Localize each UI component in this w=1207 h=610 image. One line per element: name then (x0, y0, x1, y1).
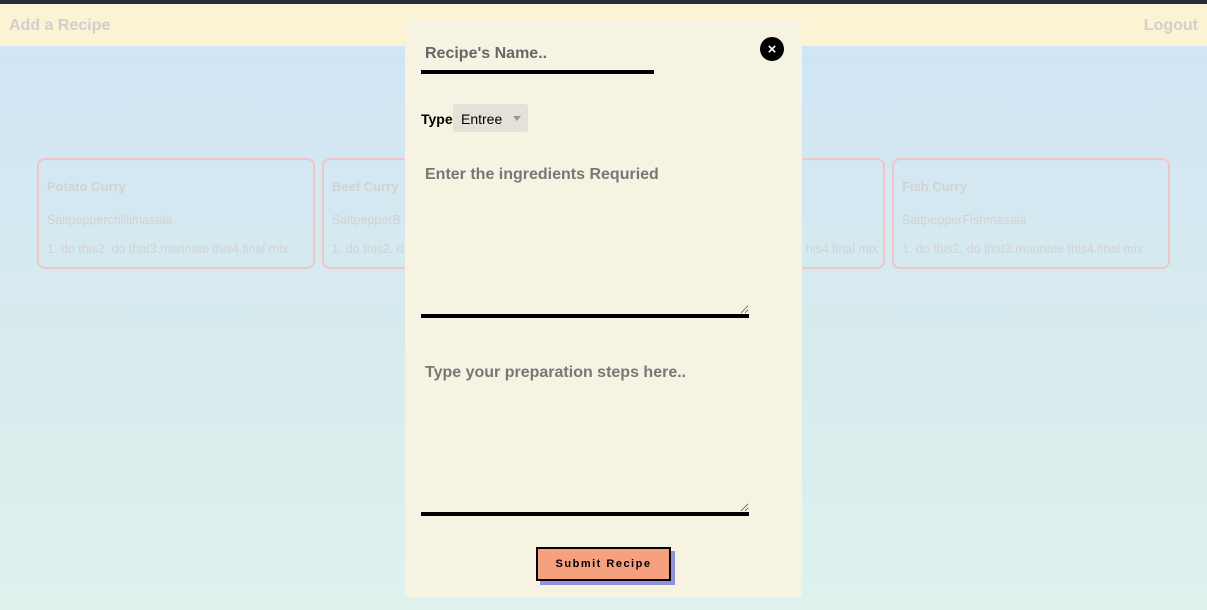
recipe-card-steps: 1. do this2. d (332, 242, 404, 256)
recipe-card-title: Beef Curry (332, 179, 399, 194)
close-icon[interactable]: × (760, 37, 784, 61)
recipe-card-steps: 1. do this2. do that3.marinate this4.fin… (902, 242, 1144, 256)
recipe-card-steps: 1. do this2. do that3.marinate this4.fin… (47, 242, 289, 256)
ingredients-textarea[interactable] (421, 160, 749, 318)
recipe-card-potato-curry[interactable]: Potato Curry Saltpepperchillimasala 1. d… (37, 158, 315, 269)
type-selected-value: Entree (461, 111, 503, 127)
recipe-card-steps: his4.final mix (805, 242, 878, 256)
recipe-card-ingredients: Saltpepperchillimasala (47, 213, 173, 227)
steps-textarea[interactable] (421, 358, 749, 516)
add-recipe-modal: × Type Entree Submit Recipe (405, 20, 802, 597)
recipe-card-ingredients: SaltpepperFishmasala (902, 213, 1027, 227)
submit-recipe-button[interactable]: Submit Recipe (536, 547, 671, 581)
submit-button-wrapper: Submit Recipe (536, 547, 675, 586)
chevron-down-icon (513, 116, 521, 121)
recipe-card-fish-curry[interactable]: Fish Curry SaltpepperFishmasala 1. do th… (892, 158, 1170, 269)
logout-link[interactable]: Logout (1144, 17, 1198, 35)
recipe-card-title: Potato Curry (47, 179, 126, 194)
recipe-name-input[interactable] (421, 38, 654, 74)
type-select[interactable]: Entree (453, 104, 528, 132)
recipe-card-ingredients: SaltpepperB (332, 213, 401, 227)
add-recipe-link[interactable]: Add a Recipe (9, 17, 110, 35)
type-label: Type (421, 111, 453, 127)
recipe-card-title: Fish Curry (902, 179, 968, 194)
